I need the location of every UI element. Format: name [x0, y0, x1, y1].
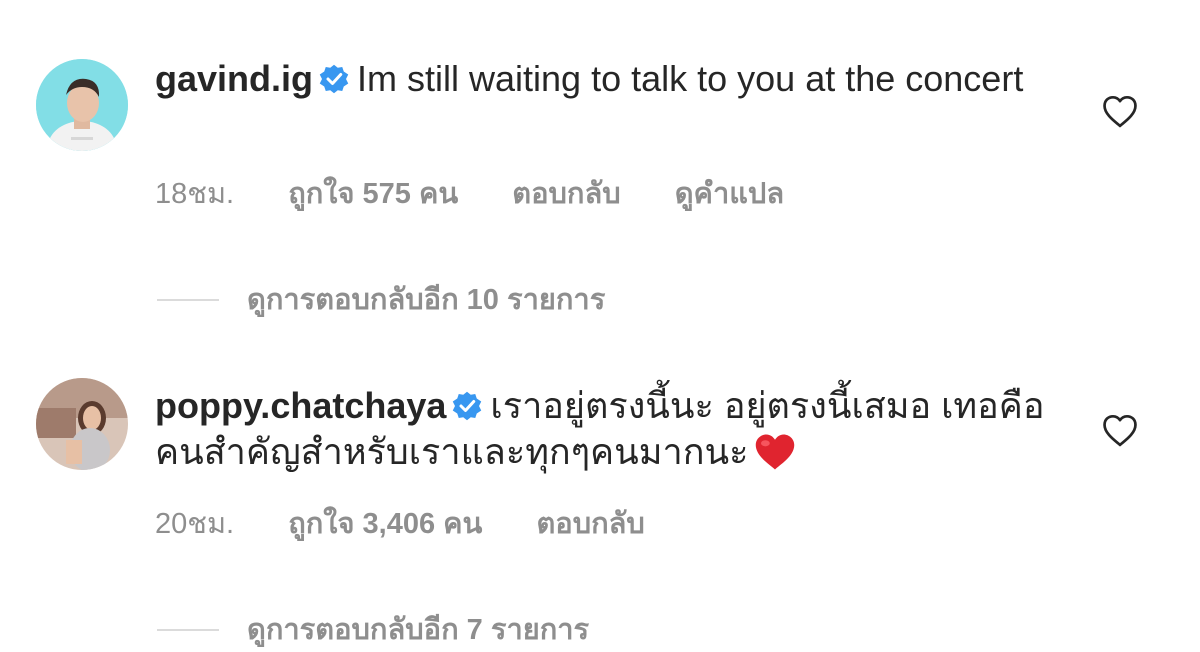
comment-body: poppy.chatchaya เราอยู่ตรงนี้นะ อยู่ตรงน…	[155, 383, 1045, 475]
verified-badge-icon	[319, 64, 349, 94]
view-replies-label: ดูการตอบกลับอีก 10 รายการ	[247, 284, 606, 316]
comment-text: Im still waiting to talk to you at the c…	[357, 58, 1024, 99]
view-replies-button[interactable]: ดูการตอบกลับอีก 10 รายการ	[157, 276, 605, 322]
comment-text-block: poppy.chatchaya เราอยู่ตรงนี้นะ อยู่ตรงน…	[155, 383, 1045, 475]
red-heart-emoji	[756, 434, 795, 470]
see-translation-button[interactable]: ดูคำแปล	[675, 178, 784, 210]
like-count[interactable]: ถูกใจ 575 คน	[288, 178, 458, 210]
replies-divider	[157, 299, 219, 301]
avatar[interactable]	[36, 59, 128, 151]
comment-time: 18ชม.	[155, 178, 235, 210]
comment-body: gavind.ig Im still waiting to talk to yo…	[155, 56, 1045, 102]
comment-meta: 20ชม. ถูกใจ 3,406 คน ตอบกลับ	[155, 500, 691, 546]
heart-outline-icon[interactable]	[1101, 95, 1139, 129]
avatar[interactable]	[36, 378, 128, 470]
comment-meta: 18ชม. ถูกใจ 575 คน ตอบกลับ ดูคำแปล	[155, 170, 830, 216]
view-replies-button[interactable]: ดูการตอบกลับอีก 7 รายการ	[157, 606, 589, 652]
view-replies-label: ดูการตอบกลับอีก 7 รายการ	[247, 614, 590, 646]
reply-button[interactable]: ตอบกลับ	[536, 508, 644, 540]
comment-text-block: gavind.ig Im still waiting to talk to yo…	[155, 56, 1045, 102]
username[interactable]: poppy.chatchaya	[155, 385, 446, 426]
like-count[interactable]: ถูกใจ 3,406 คน	[288, 508, 482, 540]
heart-outline-icon[interactable]	[1101, 414, 1139, 448]
comment-time: 20ชม.	[155, 508, 235, 540]
username[interactable]: gavind.ig	[155, 58, 313, 99]
reply-button[interactable]: ตอบกลับ	[512, 178, 620, 210]
replies-divider	[157, 629, 219, 631]
verified-badge-icon	[453, 391, 482, 421]
